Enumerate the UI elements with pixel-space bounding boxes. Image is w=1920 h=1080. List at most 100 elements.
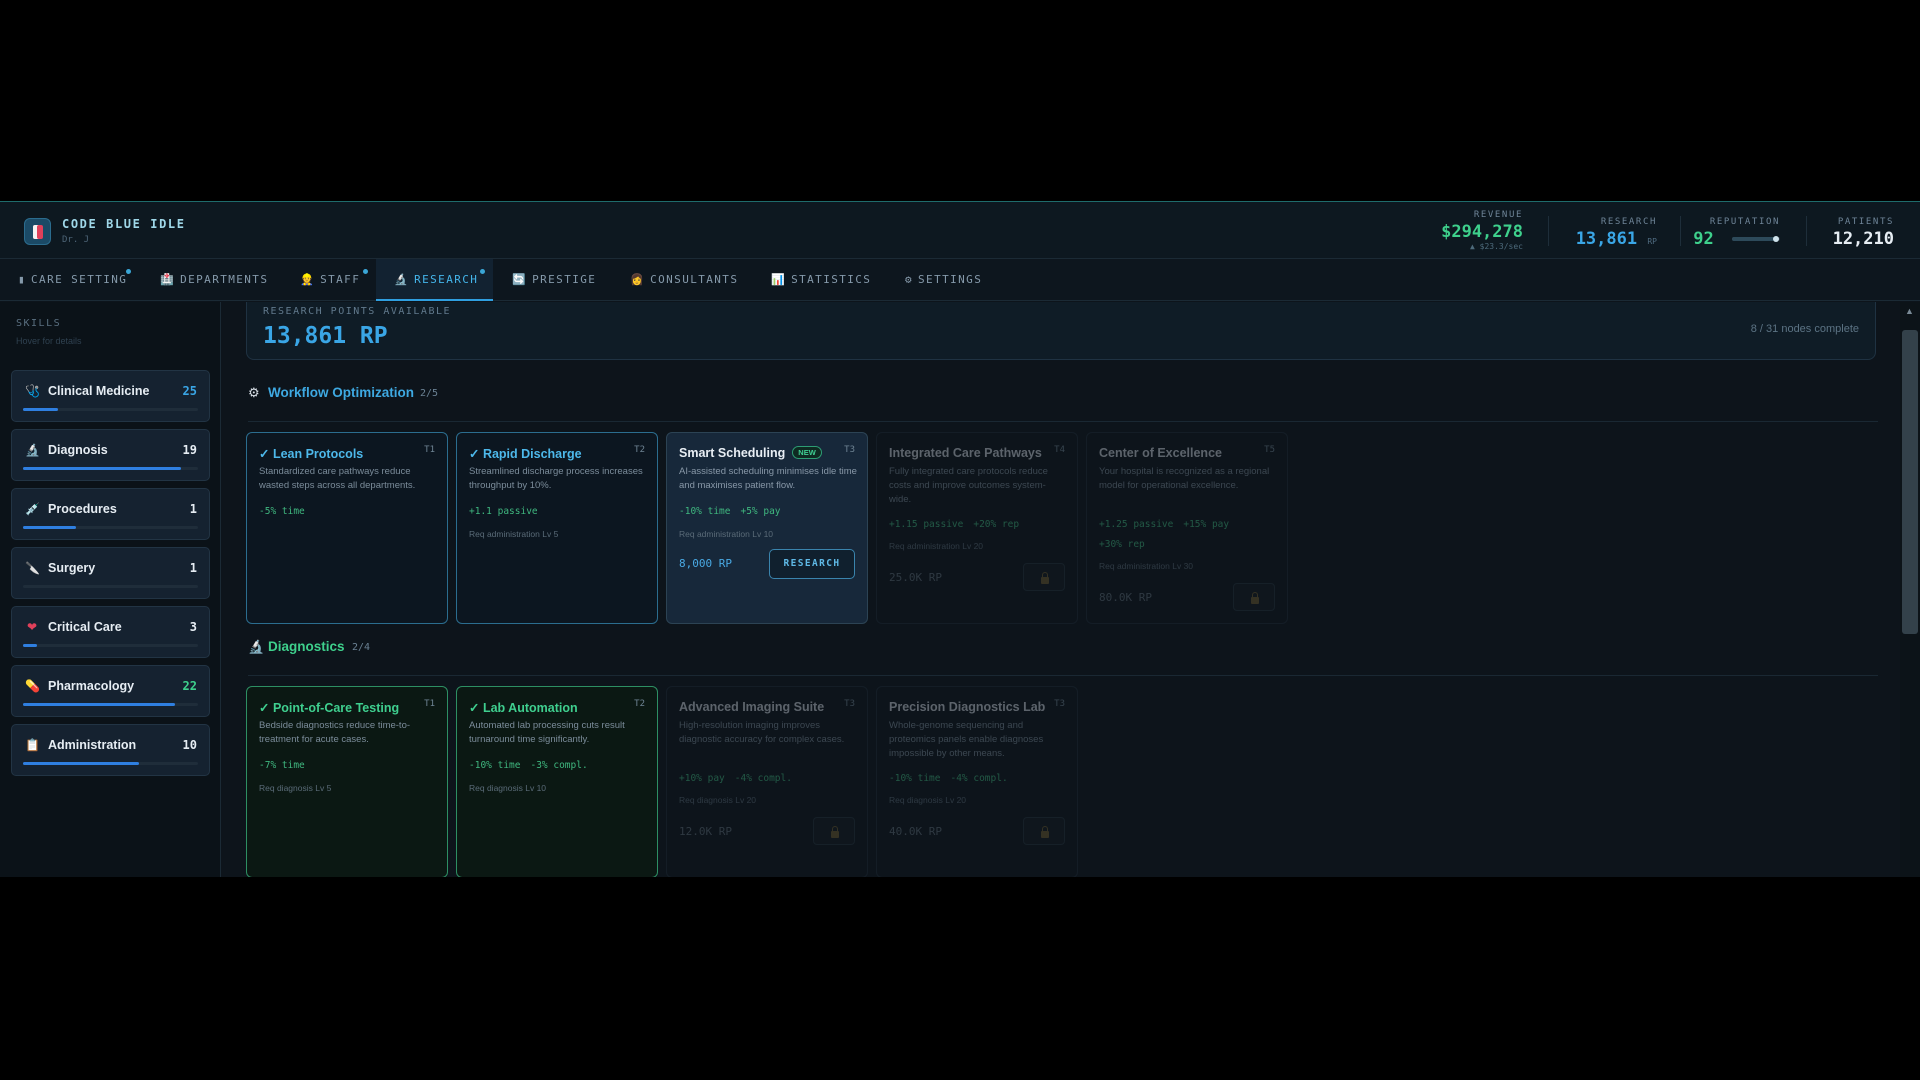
card-requirement: Req diagnosis Lv 5 — [259, 783, 332, 793]
scrollbar-thumb[interactable] — [1902, 330, 1918, 634]
research-unit: RP — [1647, 237, 1657, 246]
section-name: Workflow Optimization — [268, 385, 414, 400]
app-title: CODE BLUE IDLE — [62, 217, 186, 231]
tab-consultants[interactable]: 👩 CONSULTANTS — [630, 259, 738, 301]
research-card-point-of-care-testing[interactable]: ✓ Point-of-Care Testing T1 Bedside diagn… — [246, 686, 448, 877]
effect-tag: -4% compl. — [950, 773, 1008, 784]
tab-prestige[interactable]: 🔄 PRESTIGE — [512, 259, 596, 301]
skill-surgery[interactable]: 🔪 Surgery 1 — [11, 547, 210, 599]
research-card-advanced-imaging-suite[interactable]: Advanced Imaging Suite T3 High-resolutio… — [666, 686, 868, 877]
stat-divider — [1548, 216, 1549, 246]
patients-label: PATIENTS — [1837, 217, 1894, 227]
effect-tag: +20% rep — [973, 519, 1020, 530]
player-name: Dr. J — [62, 235, 90, 245]
tab-statistics[interactable]: 📊 STATISTICS — [771, 259, 871, 301]
staff-icon: 👷 — [300, 273, 316, 286]
research-card-integrated-care-pathways[interactable]: Integrated Care Pathways T4 Fully integr… — [876, 432, 1078, 624]
card-requirement: Req diagnosis Lv 20 — [679, 795, 757, 805]
skill-progress-fill — [23, 526, 76, 529]
card-tier: T2 — [634, 445, 645, 455]
skill-diagnosis[interactable]: 🔬 Diagnosis 19 — [11, 429, 210, 481]
revenue-stat: REVENUE $294,278 ▲ $23.3/sec — [1441, 210, 1523, 251]
revenue-label: REVENUE — [1473, 210, 1523, 220]
skill-administration[interactable]: 📋 Administration 10 — [11, 724, 210, 776]
skill-pharmacology[interactable]: 💊 Pharmacology 22 — [11, 665, 210, 717]
skill-progress-bar — [23, 762, 198, 765]
effect-tag: -10% time — [679, 506, 731, 517]
research-button[interactable]: RESEARCH — [769, 549, 855, 579]
card-requirement: Req administration Lv 10 — [679, 529, 774, 539]
card-title: ✓ Lean Protocols — [259, 447, 364, 461]
card-title: Precision Diagnostics Lab — [889, 700, 1046, 714]
card-requirement: Req administration Lv 5 — [469, 529, 559, 539]
card-description: Whole-genome sequencing and proteomics p… — [889, 720, 1044, 759]
skill-progress-fill — [23, 762, 139, 765]
stethoscope-icon: 🩺 — [25, 384, 40, 398]
research-card-smart-scheduling[interactable]: Smart Scheduling NEW T3 AI-assisted sched… — [666, 432, 868, 624]
tab-label: CARE SETTING — [31, 273, 128, 286]
new-badge: NEW — [792, 446, 822, 459]
bed-icon: ▮ — [18, 273, 27, 286]
tab-label: SETTINGS — [918, 273, 983, 286]
skill-progress-fill — [23, 644, 37, 647]
tab-care-setting[interactable]: ▮ CARE SETTING — [18, 259, 131, 301]
skill-critical-care[interactable]: ❤ Critical Care 3 — [11, 606, 210, 658]
research-stat: RESEARCH 13,861 RP — [1576, 217, 1657, 249]
card-title: ✓ Lab Automation — [469, 701, 578, 715]
effect-tag: +10% pay — [679, 773, 725, 784]
card-requirement: Req administration Lv 30 — [1099, 561, 1194, 571]
card-requirement: Req diagnosis Lv 10 — [469, 783, 547, 793]
notification-dot — [480, 269, 485, 274]
section-diagnostics: 🔬 Diagnostics 2/4 — [248, 638, 1848, 658]
reputation-label: REPUTATION — [1709, 217, 1780, 227]
reputation-stat: REPUTATION 92 — [1693, 217, 1780, 249]
effect-tag: -3% compl. — [530, 760, 588, 771]
card-tier: T3 — [844, 445, 855, 455]
clipboard-icon: 📋 — [25, 738, 40, 752]
research-card-rapid-discharge[interactable]: ✓ Rapid Discharge T2 Streamlined dischar… — [456, 432, 658, 624]
skill-name: Administration — [48, 738, 137, 752]
research-card-lab-automation[interactable]: ✓ Lab Automation T2 Automated lab proces… — [456, 686, 658, 877]
card-title: ✓ Point-of-Care Testing — [259, 701, 400, 715]
skill-level: 25 — [182, 384, 197, 398]
scroll-up-arrow-icon[interactable]: ▲ — [1905, 306, 1914, 316]
tab-label: DEPARTMENTS — [180, 273, 269, 286]
tab-departments[interactable]: 🏥 DEPARTMENTS — [160, 259, 268, 301]
skill-procedures[interactable]: 💉 Procedures 1 — [11, 488, 210, 540]
tab-settings[interactable]: ⚙ SETTINGS — [905, 259, 982, 301]
effect-tag: +1.1 passive — [469, 506, 538, 517]
effect-tag: +15% pay — [1183, 519, 1230, 530]
skill-level: 1 — [189, 502, 197, 516]
skill-name: Procedures — [48, 502, 117, 516]
skill-name: Pharmacology — [48, 679, 135, 693]
skill-progress-bar — [23, 644, 198, 647]
research-card-center-of-excellence[interactable]: Center of Excellence T5 Your hospital is… — [1086, 432, 1288, 624]
card-cost: 25.0K RP — [889, 571, 942, 584]
card-effects: +1.25 passive +15% pay — [1099, 519, 1239, 530]
tab-staff[interactable]: 👷 STAFF — [300, 259, 368, 301]
research-content: RESEARCH POINTS AVAILABLE 13,861 RP 8 / … — [222, 302, 1920, 877]
reputation-bar — [1732, 236, 1780, 242]
card-tier: T1 — [424, 445, 435, 455]
research-points-panel: RESEARCH POINTS AVAILABLE 13,861 RP 8 / … — [246, 302, 1876, 360]
card-effects: -7% time — [259, 760, 315, 771]
card-description: Streamlined discharge process increases … — [469, 466, 643, 491]
card-cost: 40.0K RP — [889, 825, 942, 838]
card-requirement: Req diagnosis Lv 20 — [889, 795, 967, 805]
effect-tag: -7% time — [259, 760, 305, 771]
card-effects: +10% pay -4% compl. — [679, 773, 802, 784]
tab-label: CONSULTANTS — [650, 273, 739, 286]
tab-label: STATISTICS — [791, 273, 872, 286]
research-value: 13,861 — [1575, 229, 1638, 249]
patients-value: 12,210 — [1832, 229, 1894, 249]
card-title-text: Smart Scheduling — [679, 446, 786, 460]
research-card-precision-diagnostics-lab[interactable]: Precision Diagnostics Lab T3 Whole-genom… — [876, 686, 1078, 877]
research-card-lean-protocols[interactable]: ✓ Lean Protocols T1 Standardized care pa… — [246, 432, 448, 624]
card-description: Bedside diagnostics reduce time-to-treat… — [259, 720, 411, 745]
tab-label: RESEARCH — [414, 273, 479, 286]
card-cost: 12.0K RP — [679, 825, 732, 838]
patients-stat: PATIENTS 12,210 — [1833, 217, 1894, 249]
tab-research[interactable]: 🔬 RESEARCH — [376, 259, 493, 301]
microscope-icon: 🔬 — [25, 443, 40, 457]
skill-clinical-medicine[interactable]: 🩺 Clinical Medicine 25 — [11, 370, 210, 422]
